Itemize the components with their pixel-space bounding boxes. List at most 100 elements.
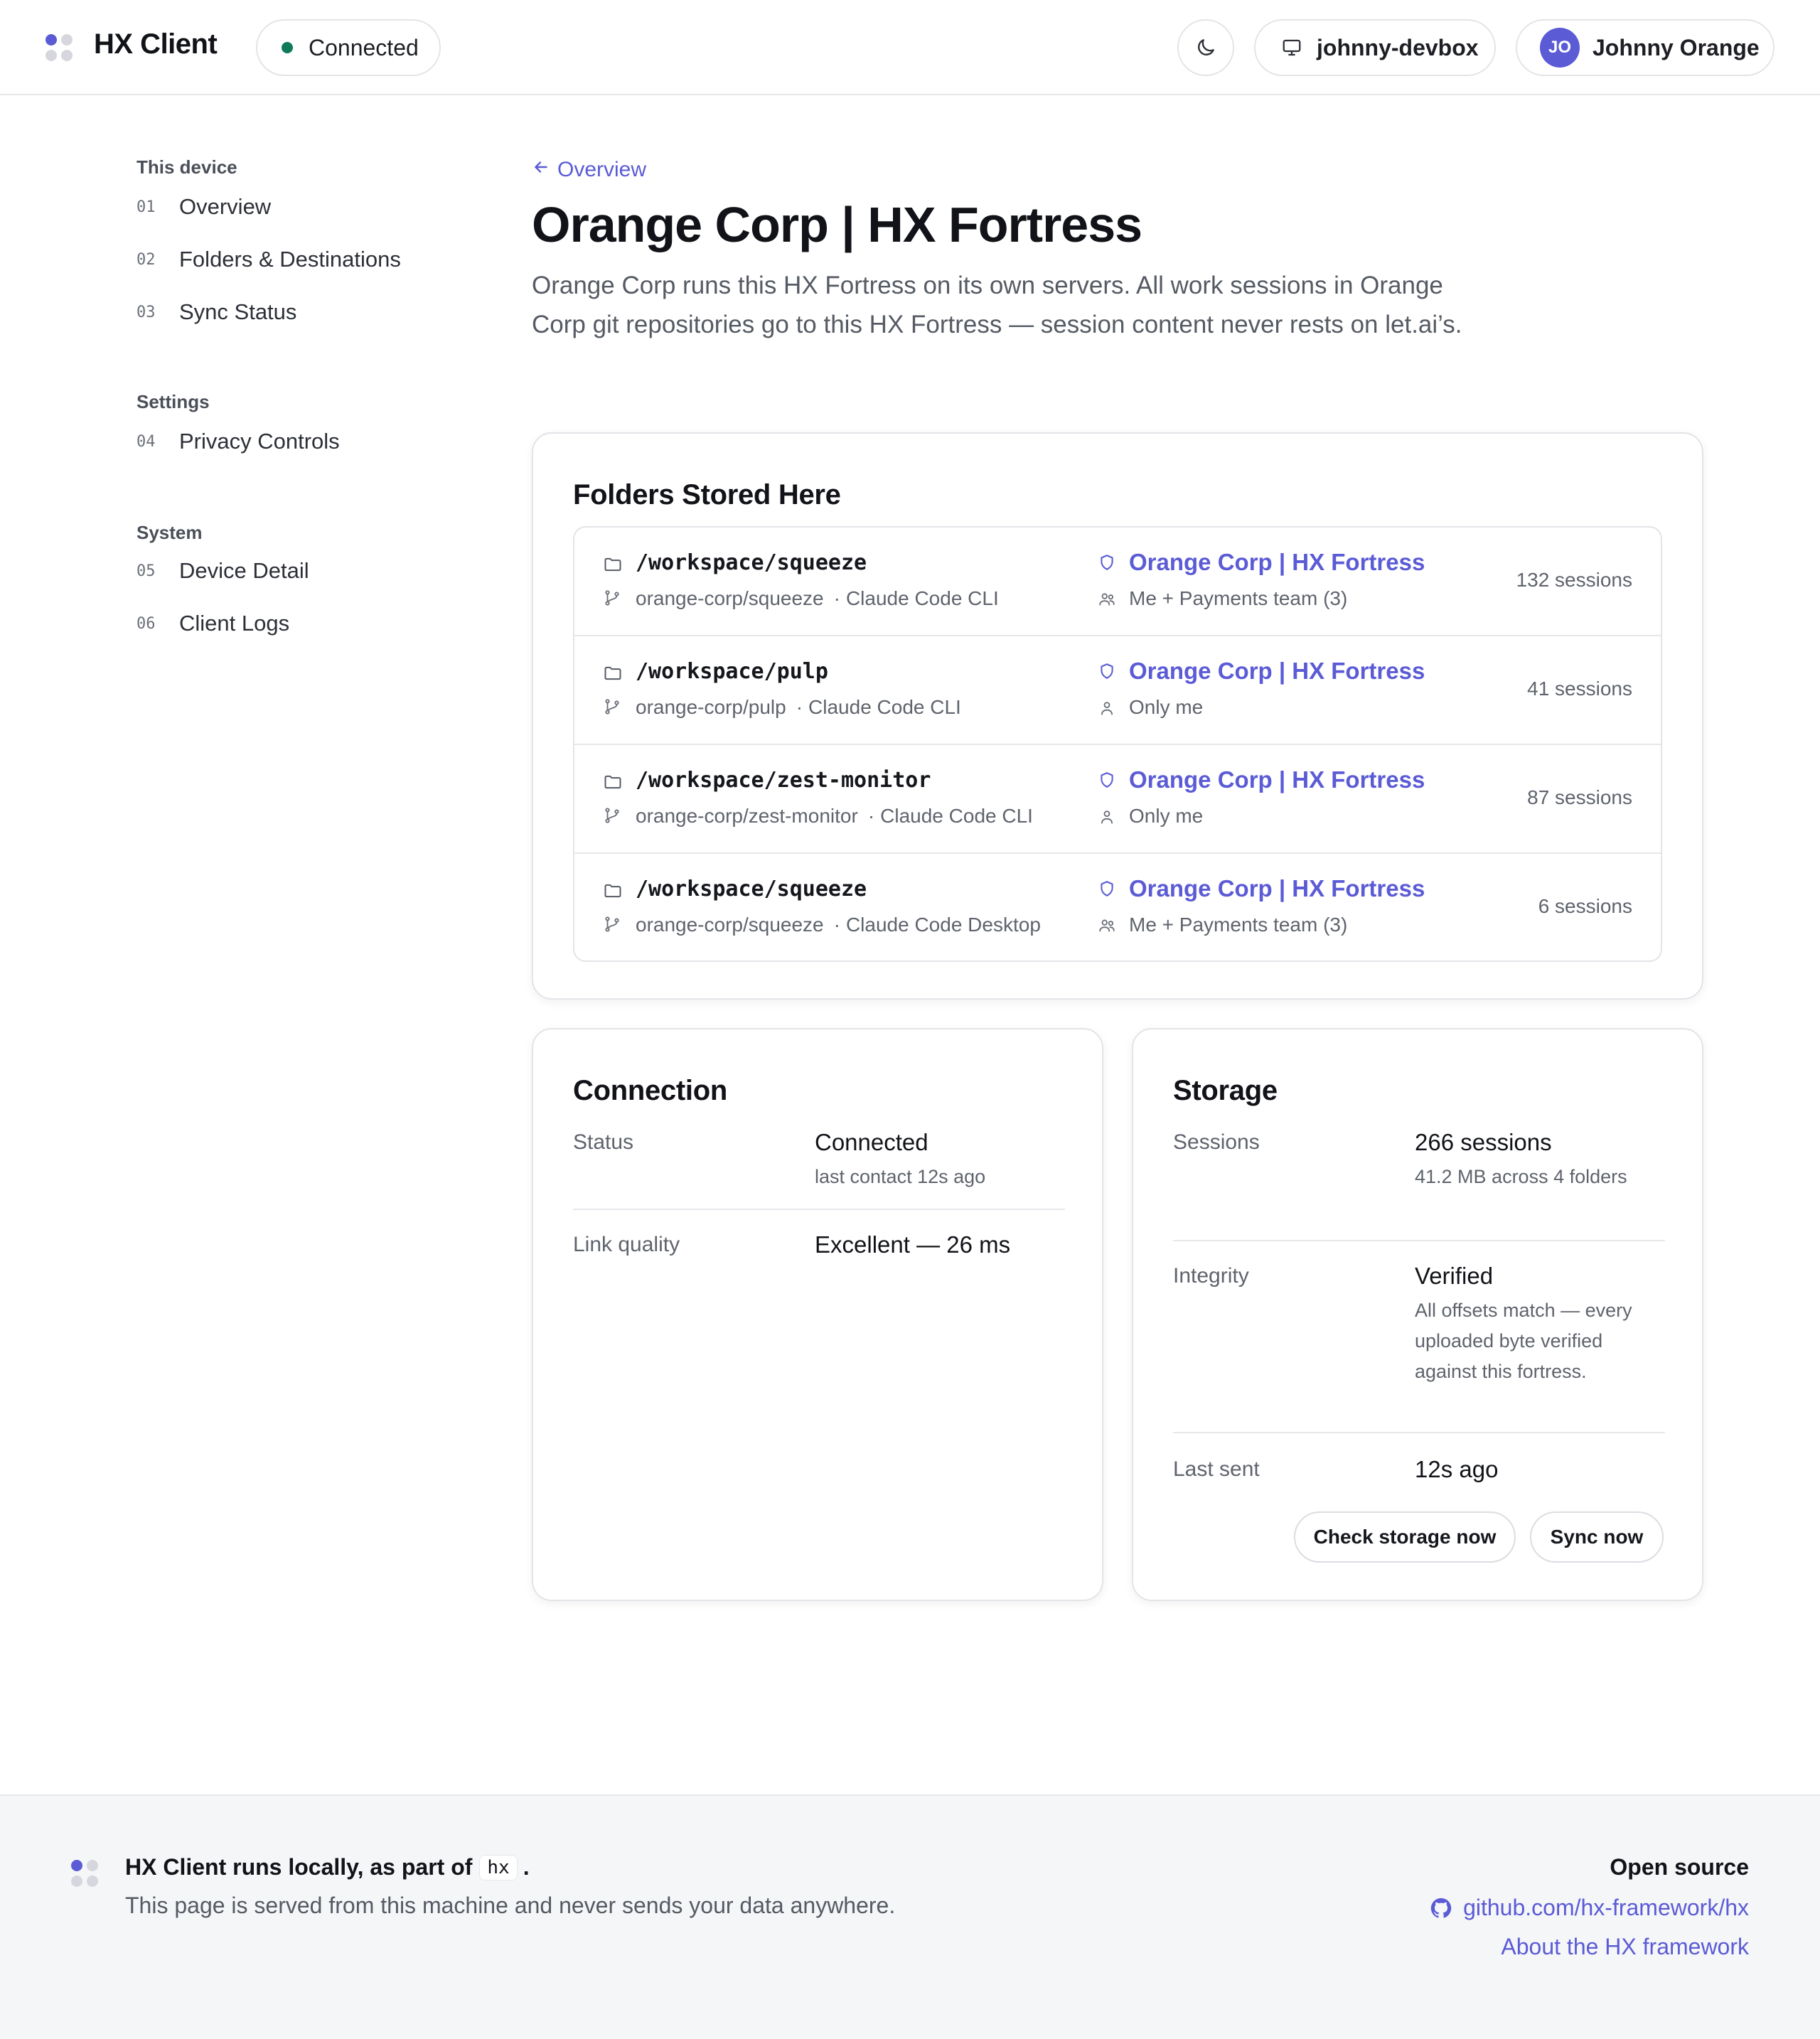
sidebar-item-folders[interactable]: 02 Folders & Destinations: [136, 233, 492, 286]
storage-card-title: Storage: [1173, 1075, 1278, 1106]
tool-name: Claude Code CLI: [808, 696, 961, 718]
integrity-key: Integrity: [1173, 1264, 1249, 1288]
github-icon: [1430, 1898, 1452, 1917]
sidebar-section-title: System: [136, 522, 203, 543]
check-storage-button[interactable]: Check storage now: [1294, 1511, 1516, 1563]
sidebar-item-label: Device Detail: [179, 558, 309, 583]
access-label: Only me: [1129, 805, 1204, 827]
table-row[interactable]: /workspace/squeeze orange-corp/squeeze · C…: [574, 854, 1661, 960]
sidebar-item-number: 01: [136, 198, 156, 216]
link-quality-value: Excellent — 26 ms: [815, 1231, 1011, 1258]
open-source-heading: Open source: [1610, 1854, 1749, 1880]
page-title: Orange Corp | HX Fortress: [532, 197, 1142, 252]
back-to-overview-link[interactable]: Overview: [532, 158, 646, 182]
tool-name: Claude Code CLI: [880, 805, 1033, 827]
logo-icon: [71, 1860, 101, 1890]
table-row[interactable]: /workspace/pulp orange-corp/pulp · Claude …: [574, 636, 1661, 745]
separator: ·: [833, 914, 840, 936]
destination-link[interactable]: Orange Corp | HX Fortress: [1129, 766, 1425, 793]
shield-icon: [1101, 555, 1113, 570]
git-branch-icon: [605, 916, 619, 932]
status-key: Status: [573, 1130, 634, 1154]
folders-card-title: Folders Stored Here: [573, 479, 841, 510]
storage-card: Storage Sessions 266 sessions 41.2 MB ac…: [1132, 1028, 1703, 1601]
git-branch-icon: [605, 590, 619, 606]
integrity-value: Verified: [1415, 1263, 1494, 1289]
folders-card: Folders Stored Here /workspace/squeeze o…: [532, 432, 1703, 1000]
sidebar-item-client-logs[interactable]: 06 Client Logs: [136, 597, 492, 650]
user-menu[interactable]: JO Johnny Orange: [1516, 19, 1774, 76]
connection-status-label: Connected: [309, 34, 419, 60]
access-label: Only me: [1129, 696, 1204, 718]
sidebar-item-device-detail[interactable]: 05 Device Detail: [136, 545, 492, 597]
folder-icon: [604, 884, 621, 898]
folder-meta: orange-corp/pulp · Claude Code CLI: [636, 696, 961, 719]
session-count: 132 sessions: [1516, 569, 1632, 591]
sidebar-section-title: This device: [136, 156, 237, 178]
sync-now-button[interactable]: Sync now: [1530, 1511, 1664, 1563]
monitor-icon: [1283, 39, 1301, 56]
divider: [573, 1209, 1065, 1210]
last-contact: last contact 12s ago: [815, 1166, 986, 1187]
people-icon: [1099, 919, 1115, 932]
sidebar-item-label: Folders & Destinations: [179, 247, 401, 272]
user-name: Johnny Orange: [1592, 34, 1760, 60]
page-description: Orange Corp runs this HX Fortress on its…: [532, 272, 1462, 338]
git-branch-icon: [605, 699, 619, 715]
destination-link[interactable]: Orange Corp | HX Fortress: [1129, 549, 1425, 576]
destination-link[interactable]: Orange Corp | HX Fortress: [1129, 658, 1425, 685]
access-label: Me + Payments team (3): [1129, 587, 1348, 609]
sidebar-item-overview[interactable]: 01 Overview: [136, 181, 492, 233]
github-link-label: github.com/hx-framework/hx: [1463, 1895, 1749, 1920]
session-count: 41 sessions: [1527, 678, 1632, 700]
sessions-key: Sessions: [1173, 1130, 1260, 1154]
device-switcher[interactable]: johnny-devbox: [1254, 19, 1496, 76]
sidebar-item-label: Sync Status: [179, 299, 297, 324]
status-value: Connected: [815, 1129, 928, 1155]
last-sent-value: 12s ago: [1415, 1456, 1499, 1482]
access-label: Me + Payments team (3): [1129, 914, 1348, 936]
person-icon: [1101, 702, 1113, 715]
last-sent-key: Last sent: [1173, 1457, 1260, 1481]
person-icon: [1101, 810, 1113, 824]
moon-icon: [1198, 39, 1214, 55]
code-chip: hx: [479, 1854, 518, 1880]
back-link-label: Overview: [557, 158, 647, 181]
sidebar-item-number: 04: [136, 432, 156, 451]
table-row[interactable]: /workspace/squeeze orange-corp/squeeze · C…: [574, 528, 1661, 636]
sidebar-item-label: Client Logs: [179, 611, 290, 636]
folder-path: /workspace/squeeze: [636, 550, 867, 575]
footer-period: .: [523, 1854, 530, 1880]
github-link[interactable]: github.com/hx-framework/hx: [1429, 1895, 1749, 1921]
repo-name: orange-corp/squeeze: [636, 914, 824, 936]
logo-icon: [46, 34, 75, 63]
app-title: HX Client: [94, 28, 218, 60]
folder-icon: [604, 775, 621, 789]
connection-card-title: Connection: [573, 1075, 727, 1106]
divider: [1173, 1432, 1665, 1433]
storage-size: 41.2 MB across 4 folders: [1415, 1166, 1627, 1187]
sidebar-section-title: Settings: [136, 391, 210, 412]
repo-name: orange-corp/squeeze: [636, 587, 824, 609]
sidebar-item-number: 05: [136, 562, 156, 580]
connection-status-pill[interactable]: Connected: [256, 19, 441, 76]
folder-icon: [604, 557, 621, 572]
about-framework-link[interactable]: About the HX framework: [1429, 1934, 1749, 1960]
footer-headline: HX Client runs locally, as part of hx .: [125, 1854, 530, 1880]
git-branch-icon: [605, 808, 619, 823]
sidebar-item-sync-status[interactable]: 03 Sync Status: [136, 286, 492, 338]
footer: HX Client runs locally, as part of hx . …: [0, 1794, 1820, 2039]
sidebar-item-number: 06: [136, 614, 156, 633]
destination-link[interactable]: Orange Corp | HX Fortress: [1129, 875, 1425, 902]
connection-card: Connection Status Connected last contact…: [532, 1028, 1103, 1601]
sidebar-item-privacy-controls[interactable]: 04 Privacy Controls: [136, 415, 492, 468]
sidebar-item-label: Overview: [179, 194, 272, 219]
avatar: JO: [1540, 28, 1580, 68]
integrity-detail: All offsets match — every uploaded byte …: [1415, 1300, 1632, 1382]
folders-table: /workspace/squeeze orange-corp/squeeze · C…: [573, 526, 1662, 962]
link-quality-key: Link quality: [573, 1233, 680, 1256]
sidebar-item-number: 03: [136, 303, 156, 321]
table-row[interactable]: /workspace/zest-monitor orange-corp/zest…: [574, 745, 1661, 854]
theme-toggle-button[interactable]: [1177, 19, 1234, 76]
separator: ·: [867, 805, 875, 827]
